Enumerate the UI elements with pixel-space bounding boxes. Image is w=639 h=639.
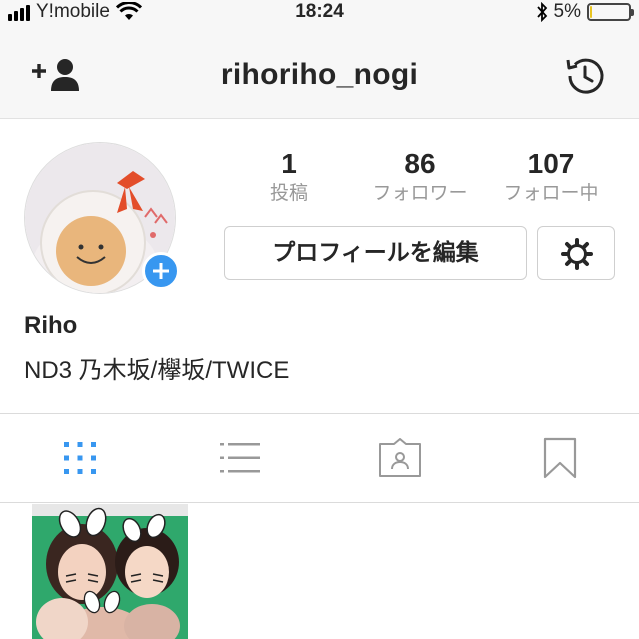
tab-grid[interactable] (0, 414, 160, 502)
settings-button[interactable] (537, 226, 615, 280)
battery-icon (587, 3, 634, 21)
edit-profile-button[interactable]: プロフィールを編集 (224, 226, 527, 280)
followers-count: 86 (404, 148, 436, 179)
following-label: フォロー中 (503, 182, 599, 204)
tab-tagged[interactable] (320, 414, 480, 502)
plus-icon (153, 263, 169, 279)
archive-history-icon[interactable] (563, 54, 607, 98)
following-count: 107 (527, 148, 575, 179)
gear-icon (561, 238, 593, 270)
status-bar-right: 5% (536, 1, 634, 23)
add-story-button[interactable] (142, 252, 180, 290)
followers-label: フォロワー (372, 182, 468, 204)
post-photo (32, 504, 188, 639)
tagged-icon (379, 438, 421, 477)
grid-icon (64, 442, 96, 474)
list-icon (220, 443, 260, 473)
profile-header-bar: rihoriho_nogi (0, 28, 639, 119)
posts-label: 投稿 (269, 182, 308, 204)
tab-list[interactable] (160, 414, 320, 502)
stat-posts[interactable]: 1 投稿 (229, 148, 349, 206)
bookmark-icon (543, 437, 577, 479)
battery-level-fill (590, 6, 592, 18)
battery-percent: 5% (553, 1, 581, 22)
stat-followers[interactable]: 86 フォロワー (360, 148, 480, 206)
username-title: rihoriho_nogi (220, 58, 419, 91)
bluetooth-icon (536, 2, 547, 22)
stat-following[interactable]: 107 フォロー中 (491, 148, 611, 206)
posts-count: 1 (281, 148, 297, 179)
bio-text: ND3 乃木坂/欅坂/TWICE (24, 357, 290, 384)
tab-saved[interactable] (480, 414, 639, 502)
profile-tab-bar (0, 413, 639, 503)
display-name: Riho (24, 312, 78, 339)
status-bar: Y!mobile 18:24 5% (0, 0, 639, 28)
post-thumbnail[interactable] (32, 504, 188, 639)
